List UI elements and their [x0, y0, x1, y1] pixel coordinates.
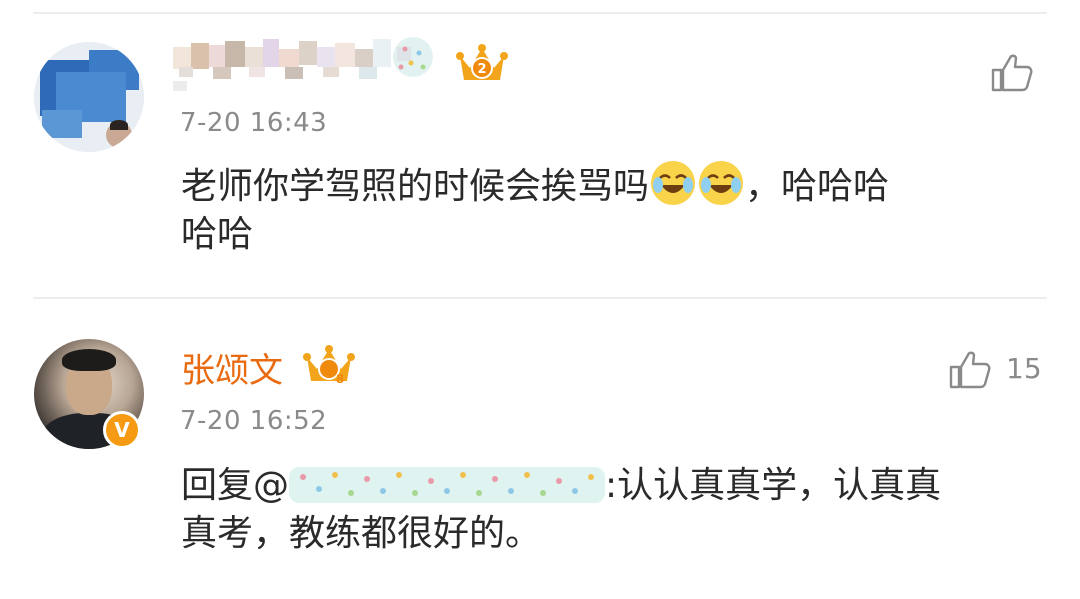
like-icon[interactable] — [948, 347, 992, 391]
level-crown-icon: 8 — [303, 345, 355, 386]
comment-text: 回复@ :认认真真学，认真真 真考，教练都很好的。 — [181, 462, 1041, 558]
username-obscured — [173, 37, 433, 91]
comment-text-part: 老师你学驾照的时候会挨骂吗 — [181, 166, 650, 207]
laughing-crying-emoji-icon — [651, 161, 696, 205]
comment-text-line: 哈哈 — [181, 214, 254, 255]
like-count: 15 — [1006, 352, 1042, 385]
top-divider — [33, 12, 1047, 14]
level-crown-icon: 2 — [456, 44, 508, 80]
comment-text-part: :认认真真学，认真真 — [605, 465, 942, 506]
comment-timestamp: 7-20 16:43 — [180, 108, 328, 138]
level-badge-number: 2 — [477, 62, 486, 77]
verified-badge-icon: V — [103, 411, 141, 449]
reply-prefix: 回复@ — [181, 465, 290, 506]
like-icon[interactable] — [990, 50, 1034, 94]
comment-timestamp: 7-20 16:52 — [180, 406, 328, 436]
comment-text: 老师你学驾照的时候会挨骂吗 ，哈哈哈 哈哈 — [181, 161, 1041, 259]
avatar[interactable] — [34, 42, 144, 152]
level-badge-number: 8 — [336, 372, 344, 386]
username[interactable]: 张颂文 — [181, 343, 283, 392]
comment-text-part: ，哈哈哈 — [745, 166, 890, 207]
comment-text-line: 真考，教练都很好的。 — [181, 513, 542, 554]
mention-obscured[interactable] — [289, 463, 606, 507]
comment-divider — [33, 297, 1047, 299]
laughing-crying-emoji-icon — [699, 161, 744, 205]
